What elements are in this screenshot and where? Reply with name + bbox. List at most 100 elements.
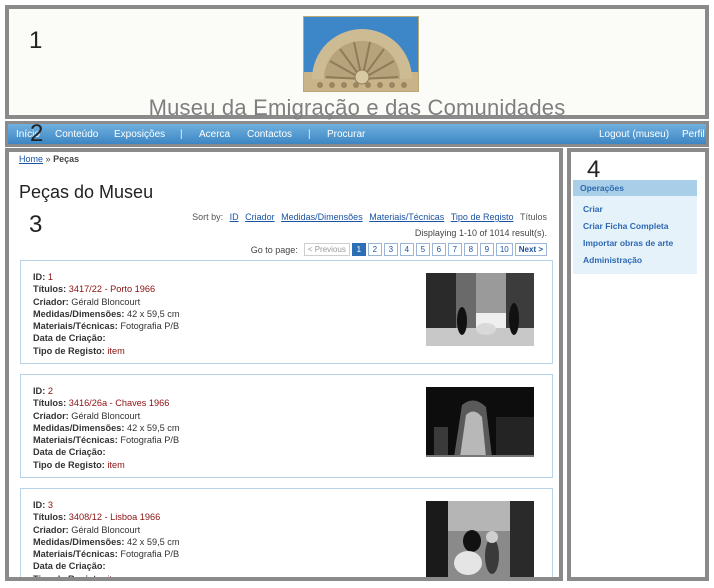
field-label-id: ID: <box>33 500 46 510</box>
main-navigation: Início 2 Conteúdo Exposições | Acerca Co… <box>5 121 709 147</box>
field-label-criador: Criador: <box>33 524 69 535</box>
item-card: ID: 3 Títulos: 3408/12 - Lisboa 1966 Cri… <box>20 488 553 581</box>
item-dimensions: 42 x 59,5 cm <box>126 422 180 433</box>
page-link-10[interactable]: 10 <box>495 243 513 256</box>
item-card: ID: 2 Títulos: 3416/26a - Chaves 1966 Cr… <box>20 374 553 478</box>
operations-header: Operações <box>573 180 697 196</box>
sort-link-materiais[interactable]: Materiais/Técnicas <box>369 212 444 222</box>
op-administracao-link[interactable]: Administração <box>583 255 642 265</box>
page-link-7[interactable]: 7 <box>447 243 462 256</box>
item-thumbnail[interactable] <box>426 501 534 577</box>
page-link-1[interactable]: 1 <box>351 243 366 256</box>
item-creator: Gérald Bloncourt <box>71 410 141 421</box>
page-link-2[interactable]: 2 <box>367 243 382 256</box>
item-id-link[interactable]: 2 <box>48 386 53 396</box>
nav-item-acerca[interactable]: Acerca <box>199 129 230 140</box>
nav-separator: | <box>308 129 311 140</box>
field-label-medidas: Medidas/Dimensões: <box>33 308 125 319</box>
item-id-link[interactable]: 3 <box>48 500 53 510</box>
field-label-criador: Criador: <box>33 410 69 421</box>
region-number-3: 3 <box>29 211 43 238</box>
item-fields: ID: 3 Títulos: 3408/12 - Lisboa 1966 Cri… <box>33 499 180 581</box>
field-label-materiais: Materiais/Técnicas: <box>33 549 118 560</box>
field-label-titulos: Títulos: <box>33 398 67 409</box>
field-label-materiais: Materiais/Técnicas: <box>33 435 118 446</box>
museum-logo[interactable] <box>303 16 419 92</box>
item-type-link[interactable]: item <box>107 574 124 577</box>
sort-label: Sort by: <box>192 212 224 222</box>
item-type-link[interactable]: item <box>107 346 124 356</box>
field-label-id: ID: <box>33 386 46 396</box>
site-title: Museu da Emigração e das Comunidades <box>148 95 566 120</box>
item-creator: Gérald Bloncourt <box>71 524 141 535</box>
previous-page-button[interactable]: < Previous <box>303 243 350 256</box>
breadcrumb-separator: » <box>45 154 51 164</box>
sort-link-criador[interactable]: Criador <box>245 212 275 222</box>
sort-link-tipo[interactable]: Tipo de Registo <box>451 212 514 222</box>
results-summary: Displaying 1-10 of 1014 result(s). <box>414 228 547 238</box>
item-materials: Fotografia P/B <box>120 549 180 560</box>
item-title-link[interactable]: 3408/12 - Lisboa 1966 <box>69 512 160 522</box>
item-dimensions: 42 x 59,5 cm <box>126 536 180 547</box>
item-fields: ID: 2 Títulos: 3416/26a - Chaves 1966 Cr… <box>33 385 180 471</box>
item-card: ID: 1 Títulos: 3417/22 - Porto 1966 Cria… <box>20 260 553 364</box>
field-label-materiais: Materiais/Técnicas: <box>33 321 118 332</box>
nav-separator: | <box>180 129 183 140</box>
field-label-tipo: Tipo de Registo: <box>33 345 105 356</box>
nav-item-exposicoes[interactable]: Exposições <box>114 129 165 140</box>
item-id-link[interactable]: 1 <box>48 272 53 282</box>
sort-current-titulos: Títulos <box>519 212 547 222</box>
field-label-id: ID: <box>33 272 46 282</box>
field-label-data: Data de Criação: <box>33 447 106 458</box>
item-title-link[interactable]: 3417/22 - Porto 1966 <box>69 284 155 294</box>
item-title-link[interactable]: 3416/26a - Chaves 1966 <box>69 398 170 408</box>
sidebar: 4 Operações Criar Criar Ficha Completa I… <box>567 148 709 581</box>
op-criar-link[interactable]: Criar <box>583 204 603 214</box>
nav-item-logout[interactable]: Logout (museu) <box>599 129 669 140</box>
field-label-medidas: Medidas/Dimensões: <box>33 536 125 547</box>
item-materials: Fotografia P/B <box>120 435 180 446</box>
field-label-titulos: Títulos: <box>33 512 67 523</box>
pagination-label: Go to page: <box>250 244 298 255</box>
site-header: 1 Museu da Emigração e das Comunidades <box>5 5 709 120</box>
nav-item-contactos[interactable]: Contactos <box>247 129 292 140</box>
item-thumbnail[interactable] <box>426 387 534 467</box>
item-fields: ID: 1 Títulos: 3417/22 - Porto 1966 Cria… <box>33 271 180 357</box>
next-page-button[interactable]: Next > <box>514 243 547 256</box>
page-link-6[interactable]: 6 <box>431 243 446 256</box>
field-label-tipo: Tipo de Registo: <box>33 459 105 470</box>
field-label-data: Data de Criação: <box>33 561 106 572</box>
page-link-4[interactable]: 4 <box>399 243 414 256</box>
pagination: Go to page: < Previous 1 2 3 4 5 6 7 8 9… <box>251 243 547 256</box>
page-link-9[interactable]: 9 <box>479 243 494 256</box>
field-label-tipo: Tipo de Registo: <box>33 573 105 581</box>
nav-item-perfil[interactable]: Perfil <box>682 129 705 140</box>
page-link-5[interactable]: 5 <box>415 243 430 256</box>
region-number-4: 4 <box>587 156 601 183</box>
breadcrumb-home-link[interactable]: Home <box>19 154 43 164</box>
op-importar-obras-link[interactable]: Importar obras de arte <box>583 238 673 248</box>
page-link-8[interactable]: 8 <box>463 243 478 256</box>
nav-item-procurar[interactable]: Procurar <box>327 129 365 140</box>
item-thumbnail[interactable] <box>426 273 534 353</box>
field-label-titulos: Títulos: <box>33 284 67 295</box>
op-criar-ficha-completa-link[interactable]: Criar Ficha Completa <box>583 221 669 231</box>
field-label-medidas: Medidas/Dimensões: <box>33 422 125 433</box>
sort-bar: Sort by: ID Criador Medidas/Dimensões Ma… <box>192 212 547 222</box>
page-link-3[interactable]: 3 <box>383 243 398 256</box>
sort-link-id[interactable]: ID <box>230 212 239 222</box>
nav-item-conteudo[interactable]: Conteúdo <box>55 129 98 140</box>
field-label-data: Data de Criação: <box>33 333 106 344</box>
item-dimensions: 42 x 59,5 cm <box>126 308 180 319</box>
item-type-link[interactable]: item <box>107 460 124 470</box>
breadcrumb-current: Peças <box>53 154 80 164</box>
page-title: Peças do Museu <box>19 182 154 202</box>
region-number-2: 2 <box>30 120 44 147</box>
region-number-1: 1 <box>29 27 43 54</box>
breadcrumb: Home » Peças <box>19 154 79 164</box>
field-label-criador: Criador: <box>33 296 69 307</box>
sort-link-medidas[interactable]: Medidas/Dimensões <box>281 212 363 222</box>
item-creator: Gérald Bloncourt <box>71 296 141 307</box>
item-materials: Fotografia P/B <box>120 321 180 332</box>
operations-list: Criar Criar Ficha Completa Importar obra… <box>573 196 697 274</box>
